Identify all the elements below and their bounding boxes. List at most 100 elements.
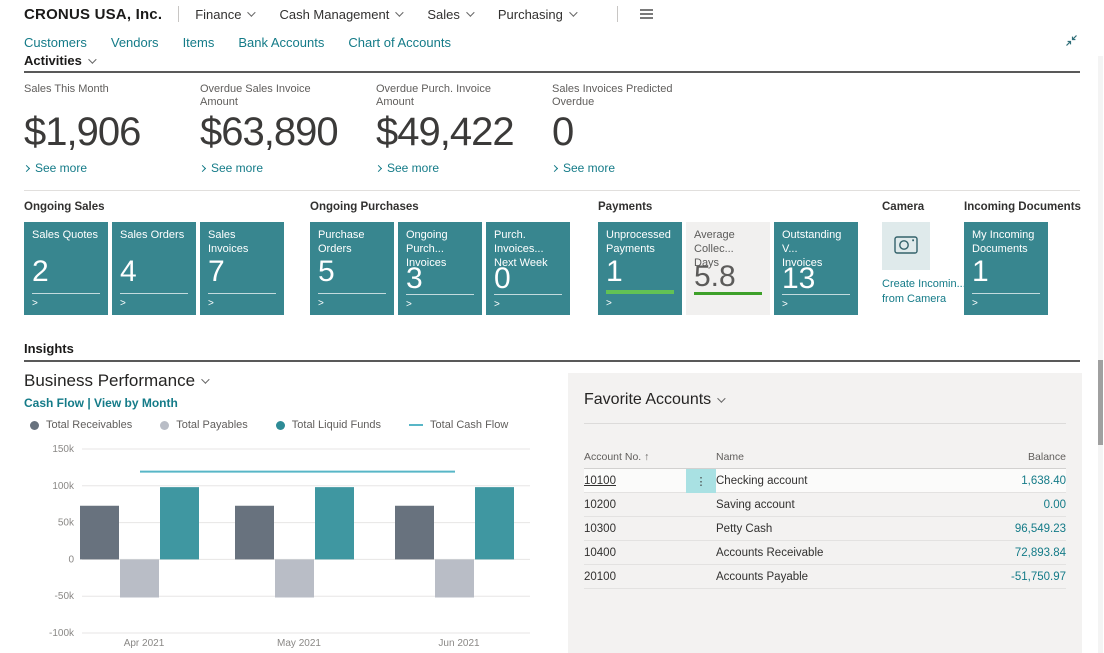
cue-group-ongoing-sales: Ongoing Sales Sales Quotes 2 > Sales Ord…: [24, 201, 284, 315]
account-name: Checking account: [716, 475, 948, 487]
nav-vendors[interactable]: Vendors: [111, 35, 159, 50]
tile-outstanding-vendor-invoices[interactable]: Outstanding V...Invoices 13 >: [774, 222, 858, 315]
top-nav-bar: CRONUS USA, Inc. Finance Cash Management…: [24, 0, 653, 28]
see-more-link[interactable]: See more: [24, 161, 200, 175]
account-balance[interactable]: 1,638.40: [948, 475, 1066, 487]
page-scrollbar-track[interactable]: [1098, 56, 1103, 653]
see-more-link[interactable]: See more: [376, 161, 552, 175]
camera-icon: [894, 234, 918, 259]
menu-finance[interactable]: Finance: [195, 7, 253, 22]
legend-total-payables: Total Payables: [160, 419, 248, 431]
chevron-down-icon: [248, 8, 256, 16]
activities-kpi-row: Sales This Month $1,906 See more Overdue…: [24, 83, 728, 175]
page-scrollbar-thumb[interactable]: [1098, 360, 1103, 445]
column-account-no[interactable]: Account No. ↑: [584, 451, 686, 463]
table-row[interactable]: 20100 Accounts Payable -51,750.97: [584, 565, 1066, 589]
camera-caption-link[interactable]: Create Incomin...from Camera: [882, 277, 966, 307]
sort-ascending-icon: ↑: [644, 451, 649, 463]
table-row[interactable]: 10200 Saving account 0.00: [584, 493, 1066, 517]
chevron-right-icon: >: [782, 299, 850, 310]
see-more-link[interactable]: See more: [552, 161, 728, 175]
tile-unprocessed-payments[interactable]: UnprocessedPayments 1 >: [598, 222, 682, 315]
svg-text:Jun 2021: Jun 2021: [438, 638, 480, 649]
chevron-down-icon: [201, 375, 209, 383]
favorite-accounts-panel: Favorite Accounts Account No. ↑ Name Bal…: [568, 373, 1082, 653]
kpi-overdue-sales-invoice[interactable]: Overdue Sales Invoice Amount $63,890 See…: [200, 83, 376, 175]
chevron-right-icon: >: [120, 298, 188, 310]
tile-sales-orders[interactable]: Sales Orders 4 >: [112, 222, 196, 315]
nav-items[interactable]: Items: [183, 35, 215, 50]
collapse-icon[interactable]: [1065, 34, 1078, 52]
row-menu-icon[interactable]: ⋮: [686, 469, 716, 493]
account-no-link[interactable]: 10200: [584, 499, 686, 511]
quick-nav-row: Customers Vendors Items Bank Accounts Ch…: [24, 32, 451, 52]
cue-group-ongoing-purchases: Ongoing Purchases Purchase Orders 5 > On…: [310, 201, 570, 315]
camera-action-tile[interactable]: [882, 222, 930, 270]
hamburger-menu-icon[interactable]: [640, 7, 653, 22]
svg-text:-100k: -100k: [49, 628, 75, 639]
nav-chart-of-accounts[interactable]: Chart of Accounts: [348, 35, 451, 50]
account-balance[interactable]: 72,893.84: [948, 547, 1066, 559]
cue-group-title: Ongoing Purchases: [310, 201, 570, 213]
menu-purchasing[interactable]: Purchasing: [498, 7, 575, 22]
chart-legend: Total Receivables Total Payables Total L…: [30, 419, 508, 431]
nav-customers[interactable]: Customers: [24, 35, 87, 50]
chevron-right-icon: >: [494, 299, 562, 310]
kpi-value: $63,890: [200, 112, 338, 152]
tile-sales-invoices[interactable]: Sales Invoices 7 >: [200, 222, 284, 315]
account-no-link[interactable]: 10100: [584, 475, 686, 487]
tile-purchase-orders[interactable]: Purchase Orders 5 >: [310, 222, 394, 315]
cue-group-title: Payments: [598, 201, 858, 213]
kpi-label: Overdue Purch. Invoice Amount: [376, 83, 516, 109]
tile-my-incoming-documents[interactable]: My IncomingDocuments 1 >: [964, 222, 1048, 315]
menu-cash-management[interactable]: Cash Management: [279, 7, 401, 22]
menu-sales[interactable]: Sales: [427, 7, 472, 22]
account-balance[interactable]: -51,750.97: [948, 571, 1066, 583]
account-no-link[interactable]: 20100: [584, 571, 686, 583]
kpi-sales-invoices-predicted[interactable]: Sales Invoices Predicted Overdue 0 See m…: [552, 83, 728, 175]
account-name: Accounts Receivable: [716, 547, 948, 559]
account-name: Accounts Payable: [716, 571, 948, 583]
cue-group-title: Ongoing Sales: [24, 201, 284, 213]
cue-group-payments: Payments UnprocessedPayments 1 > Average…: [598, 201, 858, 315]
account-name: Petty Cash: [716, 523, 948, 535]
cue-group-camera: Camera Create Incomin...from Camera: [882, 201, 966, 307]
svg-text:150k: 150k: [52, 444, 75, 455]
chevron-down-icon: [88, 55, 96, 63]
svg-text:-50k: -50k: [55, 591, 75, 602]
cash-flow-bar-chart: 150k100k50k0-50k-100kApr 2021May 2021Jun…: [24, 433, 544, 653]
table-row[interactable]: 10300 Petty Cash 96,549.23: [584, 517, 1066, 541]
see-more-link[interactable]: See more: [200, 161, 376, 175]
kpi-overdue-purch-invoice[interactable]: Overdue Purch. Invoice Amount $49,422 Se…: [376, 83, 552, 175]
table-row[interactable]: 10100 ⋮ Checking account 1,638.40: [584, 469, 1066, 493]
column-name[interactable]: Name: [716, 451, 948, 463]
account-no-link[interactable]: 10300: [584, 523, 686, 535]
account-no-link[interactable]: 10400: [584, 547, 686, 559]
favorite-accounts-table: Account No. ↑ Name Balance 10100 ⋮ Check…: [584, 445, 1066, 589]
nav-bank-accounts[interactable]: Bank Accounts: [238, 35, 324, 50]
tile-sales-quotes[interactable]: Sales Quotes 2 >: [24, 222, 108, 315]
favorite-accounts-header[interactable]: Favorite Accounts: [584, 391, 1066, 409]
chart-view-selector-link[interactable]: Cash Flow | View by Month: [24, 396, 178, 410]
legend-total-cash-flow: Total Cash Flow: [409, 419, 508, 431]
tile-ongoing-purch-invoices[interactable]: Ongoing Purch...Invoices 3 >: [398, 222, 482, 315]
chevron-down-icon: [466, 8, 474, 16]
activities-header[interactable]: Activities: [24, 53, 94, 68]
kpi-sales-this-month[interactable]: Sales This Month $1,906 See more: [24, 83, 200, 175]
tile-purch-invoices-next-week[interactable]: Purch. Invoices...Next Week 0 >: [486, 222, 570, 315]
account-balance[interactable]: 96,549.23: [948, 523, 1066, 535]
company-name: CRONUS USA, Inc.: [24, 6, 162, 23]
chevron-right-icon: >: [972, 298, 1040, 310]
svg-text:50k: 50k: [58, 518, 75, 529]
chevron-right-icon: [551, 165, 558, 172]
cue-group-title: Incoming Documents: [964, 201, 1081, 213]
account-balance[interactable]: 0.00: [948, 499, 1066, 511]
business-performance-header[interactable]: Business Performance: [24, 371, 207, 391]
svg-text:0: 0: [68, 554, 74, 565]
chevron-right-icon: [375, 165, 382, 172]
chevron-right-icon: [199, 165, 206, 172]
table-row[interactable]: 10400 Accounts Receivable 72,893.84: [584, 541, 1066, 565]
column-balance[interactable]: Balance: [948, 451, 1066, 463]
kpi-label: Sales This Month: [24, 83, 164, 109]
legend-total-liquid-funds: Total Liquid Funds: [276, 419, 381, 431]
